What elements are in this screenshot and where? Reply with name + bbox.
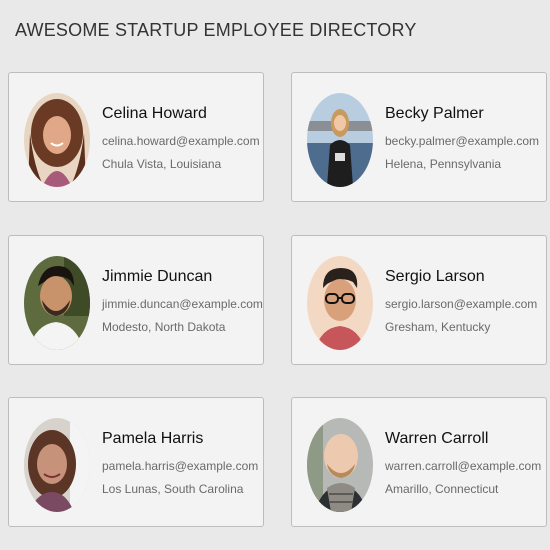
employee-email: jimmie.duncan@example.com — [102, 297, 263, 311]
page-title: AWESOME STARTUP EMPLOYEE DIRECTORY — [15, 20, 417, 40]
employee-photo-icon — [307, 93, 373, 187]
employee-card[interactable]: Warren Carroll warren.carroll@example.co… — [291, 397, 547, 527]
employee-location: Los Lunas, South Carolina — [102, 482, 244, 496]
employee-email: becky.palmer@example.com — [385, 134, 540, 148]
employee-location: Helena, Pennsylvania — [385, 157, 502, 171]
employee-location: Chula Vista, Louisiana — [102, 157, 222, 171]
employee-name: Sergio Larson — [385, 268, 485, 285]
employee-card[interactable]: Celina Howard celina.howard@example.com … — [8, 72, 264, 202]
employee-email: pamela.harris@example.com — [102, 459, 259, 473]
employee-location: Modesto, North Dakota — [102, 320, 226, 334]
employee-name: Jimmie Duncan — [102, 268, 213, 285]
employee-photo-icon — [24, 418, 90, 512]
employee-email: warren.carroll@example.com — [385, 459, 542, 473]
employee-card[interactable]: Jimmie Duncan jimmie.duncan@example.com … — [8, 235, 264, 365]
employee-photo-icon — [307, 418, 373, 512]
employee-email: celina.howard@example.com — [102, 134, 260, 148]
employee-card[interactable]: Becky Palmer becky.palmer@example.com He… — [291, 72, 547, 202]
employee-card[interactable]: Sergio Larson sergio.larson@example.com … — [291, 235, 547, 365]
employee-location: Amarillo, Connecticut — [385, 482, 499, 496]
employee-name: Pamela Harris — [102, 430, 204, 447]
directory-page: AWESOME STARTUP EMPLOYEE DIRECTORY Celin… — [0, 0, 550, 550]
employee-location: Gresham, Kentucky — [385, 320, 491, 334]
employee-photo-icon — [307, 256, 373, 350]
employee-name: Becky Palmer — [385, 105, 484, 122]
employee-photo-icon — [24, 93, 90, 187]
employee-email: sergio.larson@example.com — [385, 297, 538, 311]
employee-photo-icon — [24, 256, 90, 350]
employee-name: Warren Carroll — [385, 430, 489, 447]
employee-name: Celina Howard — [102, 105, 207, 122]
employee-card[interactable]: Pamela Harris pamela.harris@example.com … — [8, 397, 264, 527]
